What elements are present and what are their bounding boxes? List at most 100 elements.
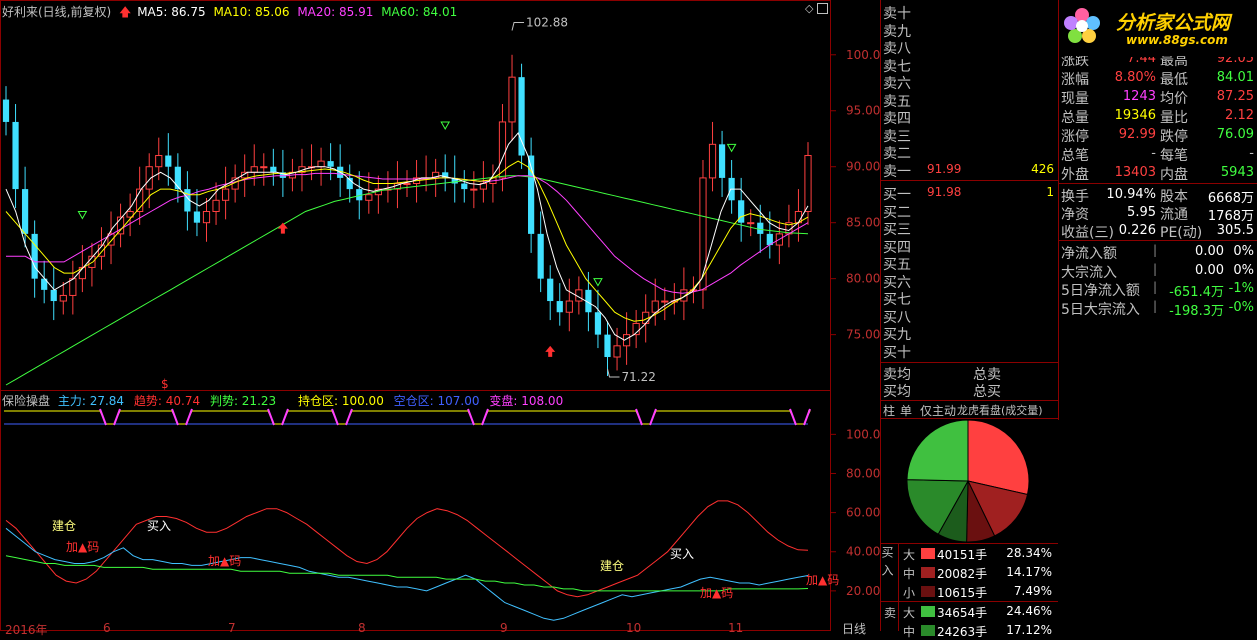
sell-signal-arrow <box>440 121 451 130</box>
tab-zhudong[interactable]: 仅主动 <box>920 402 956 419</box>
sell-signal-arrow <box>726 143 737 153</box>
stat-value: 92.99 <box>1118 127 1156 142</box>
candle-body <box>212 199 220 212</box>
candle-body <box>21 189 29 234</box>
date-tick-label: 11 <box>728 621 744 635</box>
indicator-signal-mairu: 买入 <box>147 519 171 533</box>
buy1-volume: 1 <box>1046 185 1054 199</box>
candle-body <box>613 345 621 358</box>
indicator-tick-label: 60.00 <box>846 506 880 520</box>
stat-label: 每笔 <box>1160 148 1188 164</box>
flow-pct: 0% <box>1233 244 1254 259</box>
candle-body <box>718 144 726 178</box>
stock-title: 好利来(日线,前复权) <box>2 5 112 19</box>
stat-value: 2.12 <box>1225 108 1254 123</box>
low-price-label: 71.22 <box>622 370 656 384</box>
biandong-mark <box>467 408 489 426</box>
candle-body <box>317 160 325 168</box>
ma60-line <box>5 175 809 386</box>
flow-value: -198.3万 <box>1169 303 1224 319</box>
stat-label: 量比 <box>1160 110 1188 126</box>
price-tick-label: 75.00 <box>846 328 880 342</box>
flow-pct: 0% <box>1233 262 1254 278</box>
indicator-tick-label: 80.00 <box>846 466 880 480</box>
candle-body <box>202 210 211 224</box>
volume-pie-chart <box>906 419 1030 543</box>
total-buy-label: 总买 <box>973 384 1001 400</box>
candle-body <box>69 278 77 296</box>
breakdown-size: 大 <box>903 548 916 562</box>
stat-value: 1768万 <box>1207 209 1254 224</box>
stat-label: 换手 <box>1061 189 1089 205</box>
tab-dan[interactable]: 单 <box>900 402 912 419</box>
sell1-volume: 426 <box>1031 161 1054 176</box>
candle-body <box>155 155 163 168</box>
logo-name: 分析家公式网 <box>1116 12 1231 34</box>
kongcang-label: 空仓区: 107.00 <box>393 394 480 408</box>
biandong-mark <box>331 408 353 426</box>
stat-label: 净资 <box>1061 207 1089 223</box>
indicator-signal-jiancang: 建仓 <box>52 519 76 533</box>
indicator-signal-jiama: 加▲码 <box>806 573 839 587</box>
tab-longhu[interactable]: 龙虎看盘(成交量) <box>957 402 1043 418</box>
indicator-name: 保险操盘 <box>2 394 51 408</box>
flow-divider: | <box>1153 243 1158 257</box>
indicator-signal-jiama: 加▲码 <box>700 586 733 600</box>
stat-value: 10.94% <box>1106 187 1156 202</box>
position-band <box>4 408 811 426</box>
ma10-label: MA10: 85.06 <box>213 5 290 19</box>
logo-url: www.88gs.com <box>1126 33 1228 47</box>
high-price-label: 102.88 <box>526 16 568 30</box>
chicang-line <box>4 410 811 425</box>
flow-value: 0.00 <box>1195 244 1224 259</box>
price-tick-label: 100.0 <box>846 48 880 62</box>
stat-value: 76.09 <box>1216 127 1254 142</box>
sell-signal-arrow <box>77 210 88 220</box>
indicator-signal-jiancang: 建仓 <box>600 559 624 573</box>
candle-body <box>403 183 411 186</box>
panshi-label: 判势: 21.23 <box>209 394 277 408</box>
breakdown-swatch <box>921 548 935 559</box>
date-tick-label: 8 <box>358 621 366 635</box>
date-tick-label: 10 <box>626 621 642 635</box>
candle-body <box>757 222 764 234</box>
candle-body <box>250 166 258 173</box>
date-tick-label: 7 <box>228 621 236 635</box>
stat-value: 13403 <box>1114 165 1156 180</box>
flow-label: 5日净流入额 <box>1061 283 1140 299</box>
buy-side-label: 买入 <box>880 546 894 582</box>
tab-zhu[interactable]: 柱 <box>883 402 895 419</box>
qushi-label: 趋势: 40.74 <box>133 394 201 408</box>
flow-label: 净流入额 <box>1061 246 1117 262</box>
flow-divider: | <box>1153 280 1158 294</box>
up-arrow-icon: 🡅 <box>119 5 132 19</box>
flower-logo-icon <box>1062 6 1102 46</box>
site-logo: 分析家公式网 www.88gs.com <box>1060 2 1256 50</box>
ma60-label: MA60: 84.01 <box>381 5 458 19</box>
stat-label: 总量 <box>1061 110 1089 126</box>
candle-body <box>804 155 812 212</box>
date-tick-label: 9 <box>500 621 508 635</box>
candle-body <box>651 300 659 313</box>
diamond-icon[interactable]: ◇ <box>805 2 813 15</box>
candle-body <box>470 188 478 191</box>
stat-value: 84.01 <box>1216 70 1254 85</box>
pie-slice <box>906 419 969 482</box>
price-tick-label: 80.00 <box>846 272 880 286</box>
biandong-mark <box>267 408 289 426</box>
zhuli-line <box>5 527 809 621</box>
breakdown-volume: 24263手 <box>937 625 988 639</box>
candle-body <box>221 188 230 201</box>
stat-label: 总笔 <box>1061 148 1089 164</box>
candle-body <box>594 312 602 335</box>
dollar-marker: $ <box>161 377 169 391</box>
flow-label: 大宗流入 <box>1061 264 1117 281</box>
indicator-signal-jiama: 加▲码 <box>208 554 241 568</box>
breakdown-size: 中 <box>903 567 916 581</box>
candle-body <box>165 155 172 167</box>
breakdown-size: 中 <box>903 625 916 639</box>
maximize-icon[interactable] <box>817 3 828 14</box>
buy1-price: 91.98 <box>927 185 962 199</box>
candlestick-series <box>2 54 812 377</box>
stat-label: 现量 <box>1061 91 1089 107</box>
